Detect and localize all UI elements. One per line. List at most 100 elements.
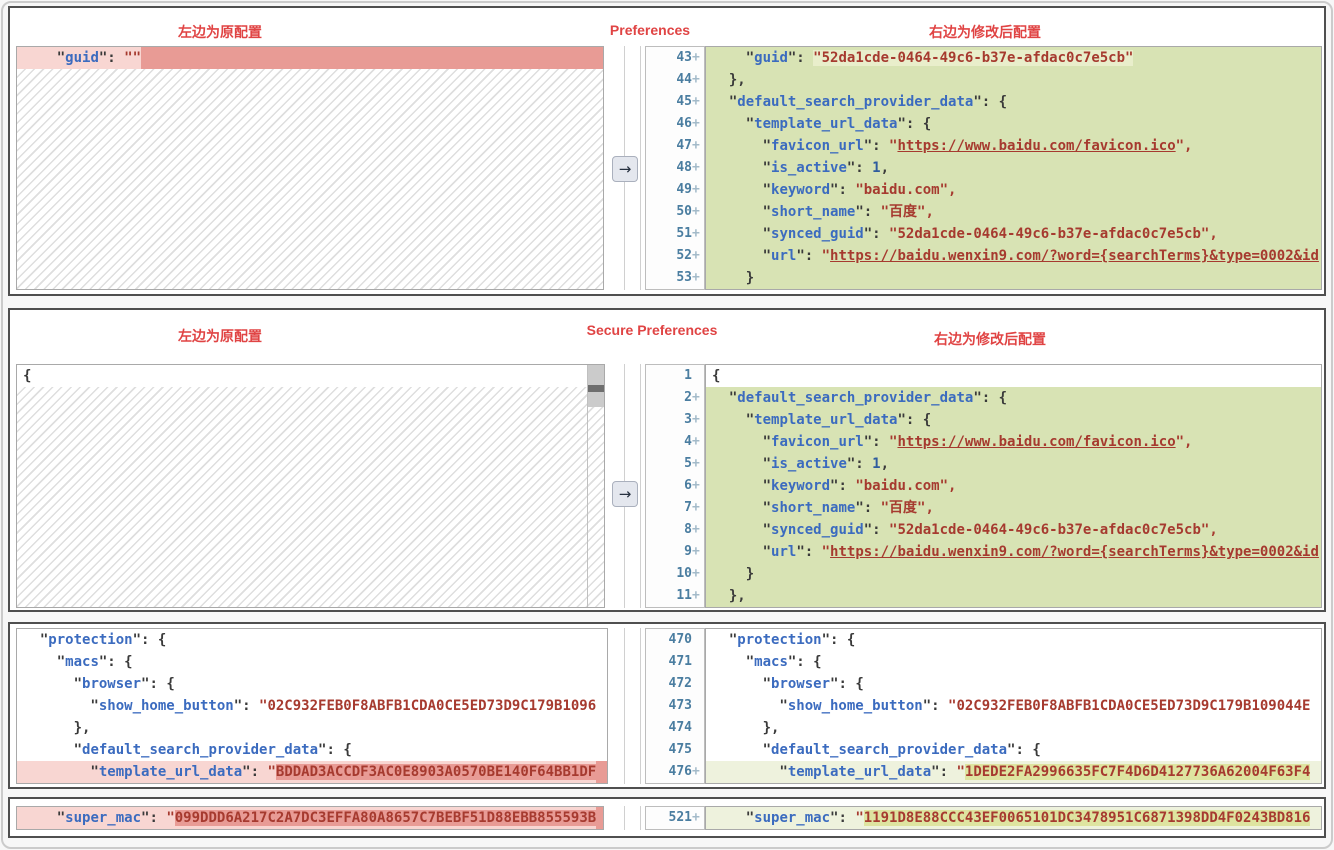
- line-number: 470: [646, 629, 704, 651]
- modified-config-pane: "guid": "52da1cde-0464-49c6-b37e-afdac0c…: [705, 46, 1322, 290]
- code-token: ": [166, 810, 174, 826]
- code-token: ": [712, 764, 788, 780]
- code-line: "url": "https://baidu.wenxin9.com/?word=…: [706, 541, 1321, 563]
- code-token: ": {: [141, 676, 175, 692]
- right-pane-label: 右边为修改后配置: [865, 22, 1105, 42]
- line-number: 53+: [646, 267, 704, 289]
- code-token: ":: [855, 204, 880, 220]
- code-line: "default_search_provider_data": {: [17, 739, 607, 761]
- code-token: ":: [864, 138, 889, 154]
- code-token: "02C932FEB0F8ABFB1CDA0CE5ED73D9C179B1090…: [948, 698, 1310, 714]
- code-token: ":: [830, 182, 855, 198]
- code-token: ": [23, 742, 82, 758]
- line-number: 43+: [646, 47, 704, 69]
- code-token: ":: [796, 544, 821, 560]
- code-token: {: [23, 368, 31, 384]
- code-token: ": [712, 810, 754, 826]
- code-token: ": [712, 138, 771, 154]
- code-token: ":: [847, 456, 872, 472]
- code-token: "": [124, 50, 141, 66]
- scrollbar[interactable]: [587, 365, 604, 607]
- line-number: 50+: [646, 201, 704, 223]
- code-token: ": [267, 764, 275, 780]
- code-token: ":: [830, 478, 855, 494]
- code-token: ": [712, 248, 771, 264]
- code-token: url: [771, 248, 796, 264]
- code-token: ":: [242, 764, 267, 780]
- code-line: "synced_guid": "52da1cde-0464-49c6-b37e-…: [706, 519, 1321, 541]
- line-number: 47+: [646, 135, 704, 157]
- code-token: https://baidu.wenxin9.com/?word={searchT…: [830, 544, 1319, 560]
- diff-panel-super-mac: "super_mac": "099DDD6A217C2A7DC3EFFA80A8…: [8, 797, 1326, 838]
- code-line: }: [706, 267, 1321, 289]
- code-token: ",: [1176, 138, 1193, 154]
- scrollbar-thumb[interactable]: [588, 385, 604, 392]
- code-line: "short_name": "百度",: [706, 201, 1321, 223]
- code-token: ":: [855, 500, 880, 516]
- code-token: is_active: [771, 160, 847, 176]
- code-token: ": [855, 810, 863, 826]
- code-token: ": [712, 50, 754, 66]
- code-token: default_search_provider_data: [771, 742, 1007, 758]
- code-line: "template_url_data": "BDDAD3ACCDF3AC0E89…: [17, 761, 607, 783]
- code-token: "52da1cde-0464-49c6-b37e-afdac0c7e5cb",: [889, 522, 1218, 538]
- code-token: short_name: [771, 204, 855, 220]
- code-token: ": [712, 226, 771, 242]
- code-line: "is_active": 1,: [706, 453, 1321, 475]
- code-line: "default_search_provider_data": {: [706, 387, 1321, 409]
- code-token: protection: [48, 632, 132, 648]
- line-number: 9+: [646, 541, 704, 563]
- code-token: ": [712, 412, 754, 428]
- code-token: ": {: [1007, 742, 1041, 758]
- code-token: {: [712, 368, 720, 384]
- code-token: ": {: [822, 632, 856, 648]
- code-line: {: [17, 365, 604, 387]
- code-token: "baidu.com",: [855, 478, 956, 494]
- original-config-pane: {: [16, 364, 605, 608]
- code-token: "baidu.com",: [855, 182, 956, 198]
- code-token: ":: [830, 810, 855, 826]
- diff-fill: [141, 47, 603, 69]
- gutter-divider: [624, 806, 625, 830]
- code-token: BDDAD3ACCDF3AC0E8903A0570BE140F64BB1DF: [276, 764, 596, 780]
- code-line: "synced_guid": "52da1cde-0464-49c6-b37e-…: [706, 223, 1321, 245]
- left-pane-label: 左边为原配置: [110, 22, 330, 42]
- code-token: ": [956, 764, 964, 780]
- code-token: super_mac: [754, 810, 830, 826]
- code-line: "protection": {: [17, 629, 607, 651]
- merge-arrow-button[interactable]: →: [612, 481, 638, 507]
- code-token: default_search_provider_data: [737, 390, 973, 406]
- code-token: ":: [234, 698, 259, 714]
- line-number: 10+: [646, 563, 704, 585]
- code-token: ": [712, 478, 771, 494]
- code-line: "template_url_data": {: [706, 409, 1321, 431]
- code-token: ": [23, 632, 48, 648]
- line-number-column: 521+: [645, 806, 705, 830]
- code-line: "url": "https://baidu.wenxin9.com/?word=…: [706, 245, 1321, 267]
- line-number: 11+: [646, 585, 704, 607]
- code-token: ": {: [897, 412, 931, 428]
- code-line: "is_active": 1,: [706, 157, 1321, 179]
- code-line: },: [17, 717, 607, 739]
- code-line: "show_home_button": "02C932FEB0F8ABFB1CD…: [17, 695, 607, 717]
- code-token: browser: [771, 676, 830, 692]
- code-token: protection: [737, 632, 821, 648]
- modified-config-pane: "protection": { "macs": { "browser": { "…: [705, 628, 1322, 784]
- code-line: "favicon_url": "https://www.baidu.com/fa…: [706, 431, 1321, 453]
- right-pane-label: 右边为修改后配置: [870, 329, 1110, 349]
- code-token: ":: [864, 522, 889, 538]
- code-line: "macs": {: [706, 651, 1321, 673]
- code-token: template_url_data: [99, 764, 242, 780]
- code-token: ": [712, 742, 771, 758]
- code-token: },: [712, 720, 779, 736]
- merge-arrow-button[interactable]: →: [612, 156, 638, 182]
- code-token: ": {: [897, 116, 931, 132]
- code-token: 1: [872, 160, 880, 176]
- code-token: ": [712, 182, 771, 198]
- code-token: },: [712, 588, 746, 604]
- code-token: macs: [65, 654, 99, 670]
- code-token: 1DEDE2FA2996635FC7F4D6D4127736A62004F63F…: [965, 764, 1311, 780]
- code-token: ": [822, 248, 830, 264]
- left-pane-label: 左边为原配置: [110, 326, 330, 346]
- code-token: 1191D8E88CCC43EF0065101DC3478951C6871398…: [864, 810, 1311, 826]
